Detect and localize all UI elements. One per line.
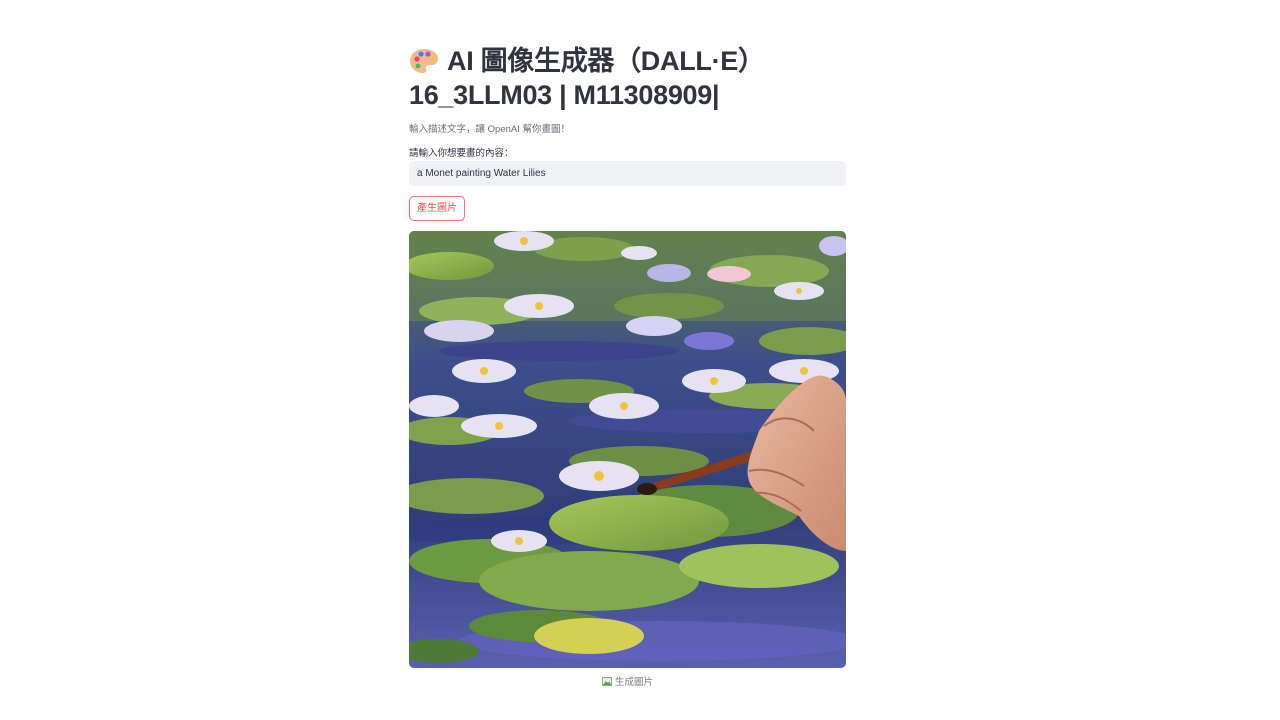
prompt-input[interactable]: [409, 161, 846, 186]
prompt-label: 請輸入你想要畫的內容：: [409, 148, 514, 159]
caption-text: 生成圖片: [614, 677, 653, 688]
generated-image: [409, 231, 846, 668]
artist-palette-icon: [409, 47, 439, 75]
page-title: AI 圖像生成器（DALL·E） 16_3LLM03 | M11308909|: [409, 44, 846, 112]
image-caption: 生成圖片: [409, 674, 846, 688]
image-icon: [601, 677, 612, 686]
page-description: 輸入描述文字，讓 OpenAI 幫你畫圖！: [409, 124, 570, 135]
title-line-1: AI 圖像生成器（DALL·E）: [447, 46, 765, 76]
generate-image-button[interactable]: 產生圖片: [409, 196, 465, 221]
title-line-2: 16_3LLM03 | M11308909|: [409, 80, 720, 110]
